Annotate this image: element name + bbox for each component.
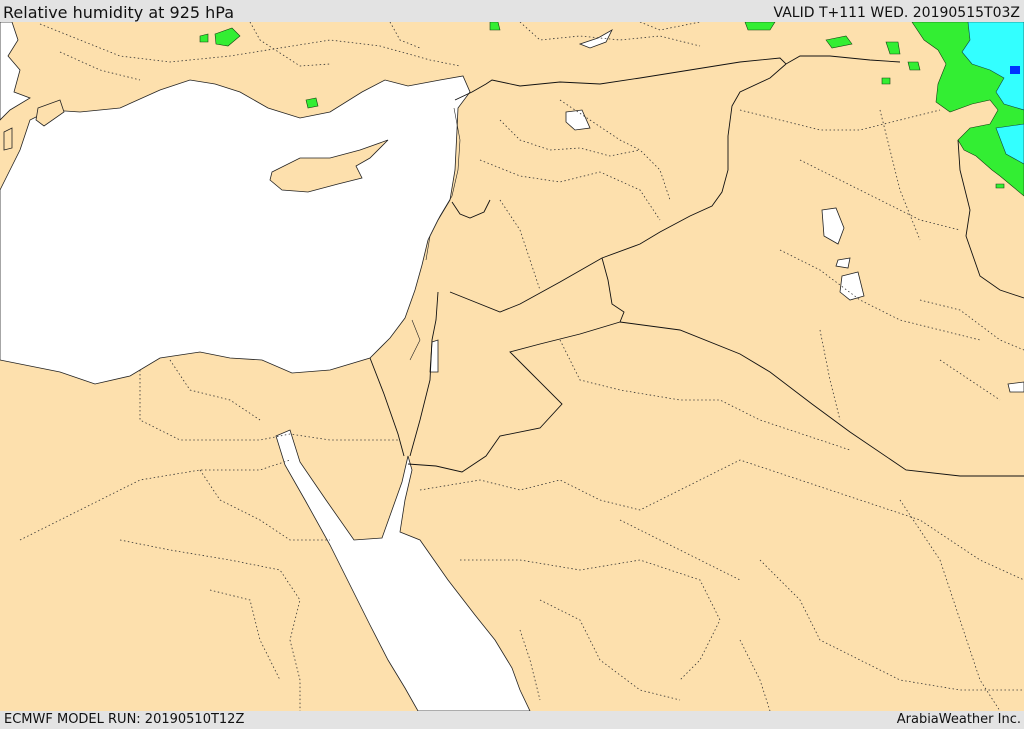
humidity-map <box>0 22 1024 711</box>
footer-bar: ECMWF MODEL RUN: 20190510T12Z ArabiaWeat… <box>0 711 1024 729</box>
credit-label: ArabiaWeather Inc. <box>896 712 1021 727</box>
valid-time: VALID T+111 WED. 20190515T03Z <box>773 5 1020 21</box>
map-title: Relative humidity at 925 hPa <box>3 3 235 22</box>
persian-gulf-tip <box>1007 381 1024 393</box>
humidity-patch <box>881 77 891 85</box>
humidity-core <box>1010 66 1020 74</box>
model-run: ECMWF MODEL RUN: 20190510T12Z <box>4 712 245 727</box>
humidity-patch <box>995 183 1005 189</box>
humidity-patch <box>907 61 921 71</box>
humidity-patch <box>305 97 319 109</box>
humidity-patch <box>744 22 776 31</box>
header-bar: Relative humidity at 925 hPa VALID T+111… <box>0 0 1024 22</box>
island <box>3 127 13 151</box>
humidity-patch <box>489 22 501 31</box>
